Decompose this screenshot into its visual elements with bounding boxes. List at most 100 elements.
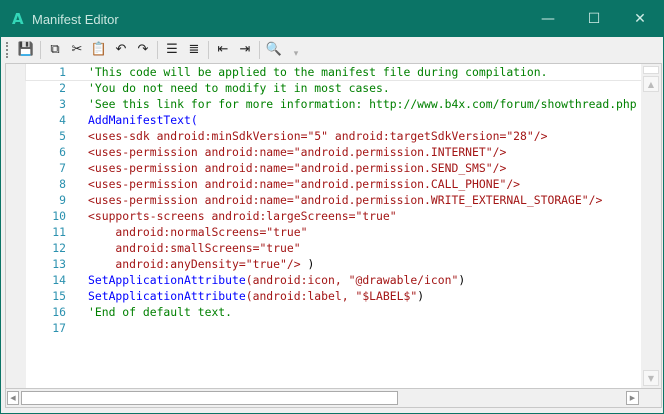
scroll-left-button[interactable]: ◀ [7,391,19,405]
code-text: SetApplicationAttribute(android:label, "… [88,288,424,304]
code-token: <uses-sdk android:minSdkVersion="5" andr… [88,129,548,143]
code-line[interactable]: 17 [26,320,641,336]
line-number: 10 [52,209,66,223]
code-text: <uses-sdk android:minSdkVersion="5" andr… [88,128,547,144]
scroll-right-button[interactable]: ▶ [626,391,639,405]
code-token: SetApplicationAttribute [88,289,246,303]
indent-button[interactable]: ⇥ [234,40,256,60]
line-number: 5 [59,129,66,143]
code-token: <uses-permission android:name="android.p… [88,193,603,207]
vertical-scrollbar[interactable]: ▲ ▼ [641,64,661,388]
code-line[interactable]: 12 android:smallScreens="true" [26,240,641,256]
code-text: <uses-permission android:name="android.p… [88,176,520,192]
line-number: 4 [59,113,66,127]
horizontal-scroll-thumb[interactable] [21,391,398,405]
save-icon: 💾 [17,42,35,57]
code-token: <uses-permission android:name="android.p… [88,177,521,191]
copy-button[interactable]: ⧉ [44,40,66,60]
line-number: 11 [52,225,66,239]
code-line[interactable]: 14 SetApplicationAttribute(android:icon, … [26,272,641,288]
toolbar-separator [40,40,41,59]
code-lines: 1 'This code will be applied to the manif… [25,64,642,336]
comment-block-button[interactable]: ☰ [161,40,183,60]
app-logo-icon: A [12,10,24,28]
redo-icon: ↷ [137,42,149,57]
line-number: 2 [59,81,66,95]
line-number: 17 [52,321,66,335]
scroll-down-button[interactable]: ▼ [643,370,659,386]
code-line[interactable]: 11 android:normalScreens="true" [26,224,641,240]
scroll-thumb[interactable] [643,66,659,74]
undo-button[interactable]: ↶ [110,40,132,60]
code-line[interactable]: 3 'See this link for for more information… [26,96,641,112]
maximize-button[interactable]: ☐ [571,1,617,37]
code-token: android:smallScreens="true" [88,241,301,255]
code-token: (android:label, "$LABEL$" [245,289,418,303]
code-token: SetApplicationAttribute [88,273,246,287]
code-line[interactable]: 13 android:anyDensity="true"/> ) [26,256,641,272]
redo-button[interactable]: ↷ [132,40,154,60]
code-token: AddManifestText( [88,113,198,127]
code-token: android:anyDensity="true"/> [88,257,301,271]
window-title: Manifest Editor [32,11,119,27]
scroll-up-button[interactable]: ▲ [643,76,659,92]
gutter [6,64,26,388]
code-token: ) [300,257,315,271]
code-line[interactable]: 6 <uses-permission android:name="android.… [26,144,641,160]
code-line[interactable]: 7 <uses-permission android:name="android.… [26,160,641,176]
line-number: 6 [59,145,66,159]
undo-icon: ↶ [115,42,127,57]
code-token: 'This code will be applied to the manife… [88,65,548,79]
code-text: android:smallScreens="true" [88,240,301,256]
code-token: android:normalScreens="true" [88,225,308,239]
toolbar-separator [157,40,158,59]
code-editor[interactable]: 1 'This code will be applied to the manif… [5,63,662,389]
line-number: 8 [59,177,66,191]
code-line[interactable]: 1 'This code will be applied to the manif… [25,64,642,81]
line-number: 12 [52,241,66,255]
code-line[interactable]: 5 <uses-sdk android:minSdkVersion="5" and… [26,128,641,144]
line-number: 1 [59,65,66,79]
code-token: 'See this link for for more information:… [88,97,637,111]
line-number: 7 [59,161,66,175]
code-line[interactable]: 4 AddManifestText( [26,112,641,128]
outdent-button[interactable]: ⇤ [212,40,234,60]
minimize-button[interactable]: — [525,1,571,37]
code-line[interactable]: 2 'You do not need to modify it in most c… [26,80,641,96]
code-token: <supports-screens android:largeScreens="… [88,209,397,223]
code-line[interactable]: 9 <uses-permission android:name="android.… [26,192,641,208]
code-text: <uses-permission android:name="android.p… [88,144,506,160]
uncomment-block-icon: ≣ [188,42,200,57]
overflow-chevron-button[interactable]: ▾ [285,40,307,60]
code-line[interactable]: 15 SetApplicationAttribute(android:label,… [26,288,641,304]
save-button[interactable]: 💾 [15,40,37,60]
overflow-chevron-icon: ▾ [293,48,299,59]
toolbar-separator [259,40,260,59]
code-line[interactable]: 10 <supports-screens android:largeScreens… [26,208,641,224]
indent-icon: ⇥ [239,42,251,57]
code-token: (android:icon, "@drawable/icon" [245,273,459,287]
cut-button[interactable]: ✂ [66,40,88,60]
title-bar: A Manifest Editor — ☐ ✕ [1,1,663,37]
find-button[interactable]: 🔍 [263,40,285,60]
close-button[interactable]: ✕ [617,1,663,37]
code-token: ) [417,289,425,303]
line-number: 15 [52,289,66,303]
horizontal-scrollbar[interactable]: ◀ ▶ [5,389,662,408]
code-token: <uses-permission android:name="android.p… [88,161,507,175]
code-text: 'You do not need to modify it in most ca… [88,80,390,96]
line-number: 3 [59,97,66,111]
code-text: 'End of default text. [88,304,232,320]
code-token: <uses-permission android:name="android.p… [88,145,507,159]
find-icon: 🔍 [265,42,283,57]
copy-icon: ⧉ [50,42,60,57]
uncomment-block-button[interactable]: ≣ [183,40,205,60]
code-token: 'You do not need to modify it in most ca… [88,81,390,95]
paste-button[interactable]: 📋 [88,40,110,60]
toolbar-grip[interactable] [6,41,9,58]
code-token: ) [458,273,466,287]
line-number: 16 [52,305,66,319]
code-line[interactable]: 8 <uses-permission android:name="android.… [26,176,641,192]
code-text: <uses-permission android:name="android.p… [88,192,602,208]
code-line[interactable]: 16 'End of default text. [26,304,641,320]
